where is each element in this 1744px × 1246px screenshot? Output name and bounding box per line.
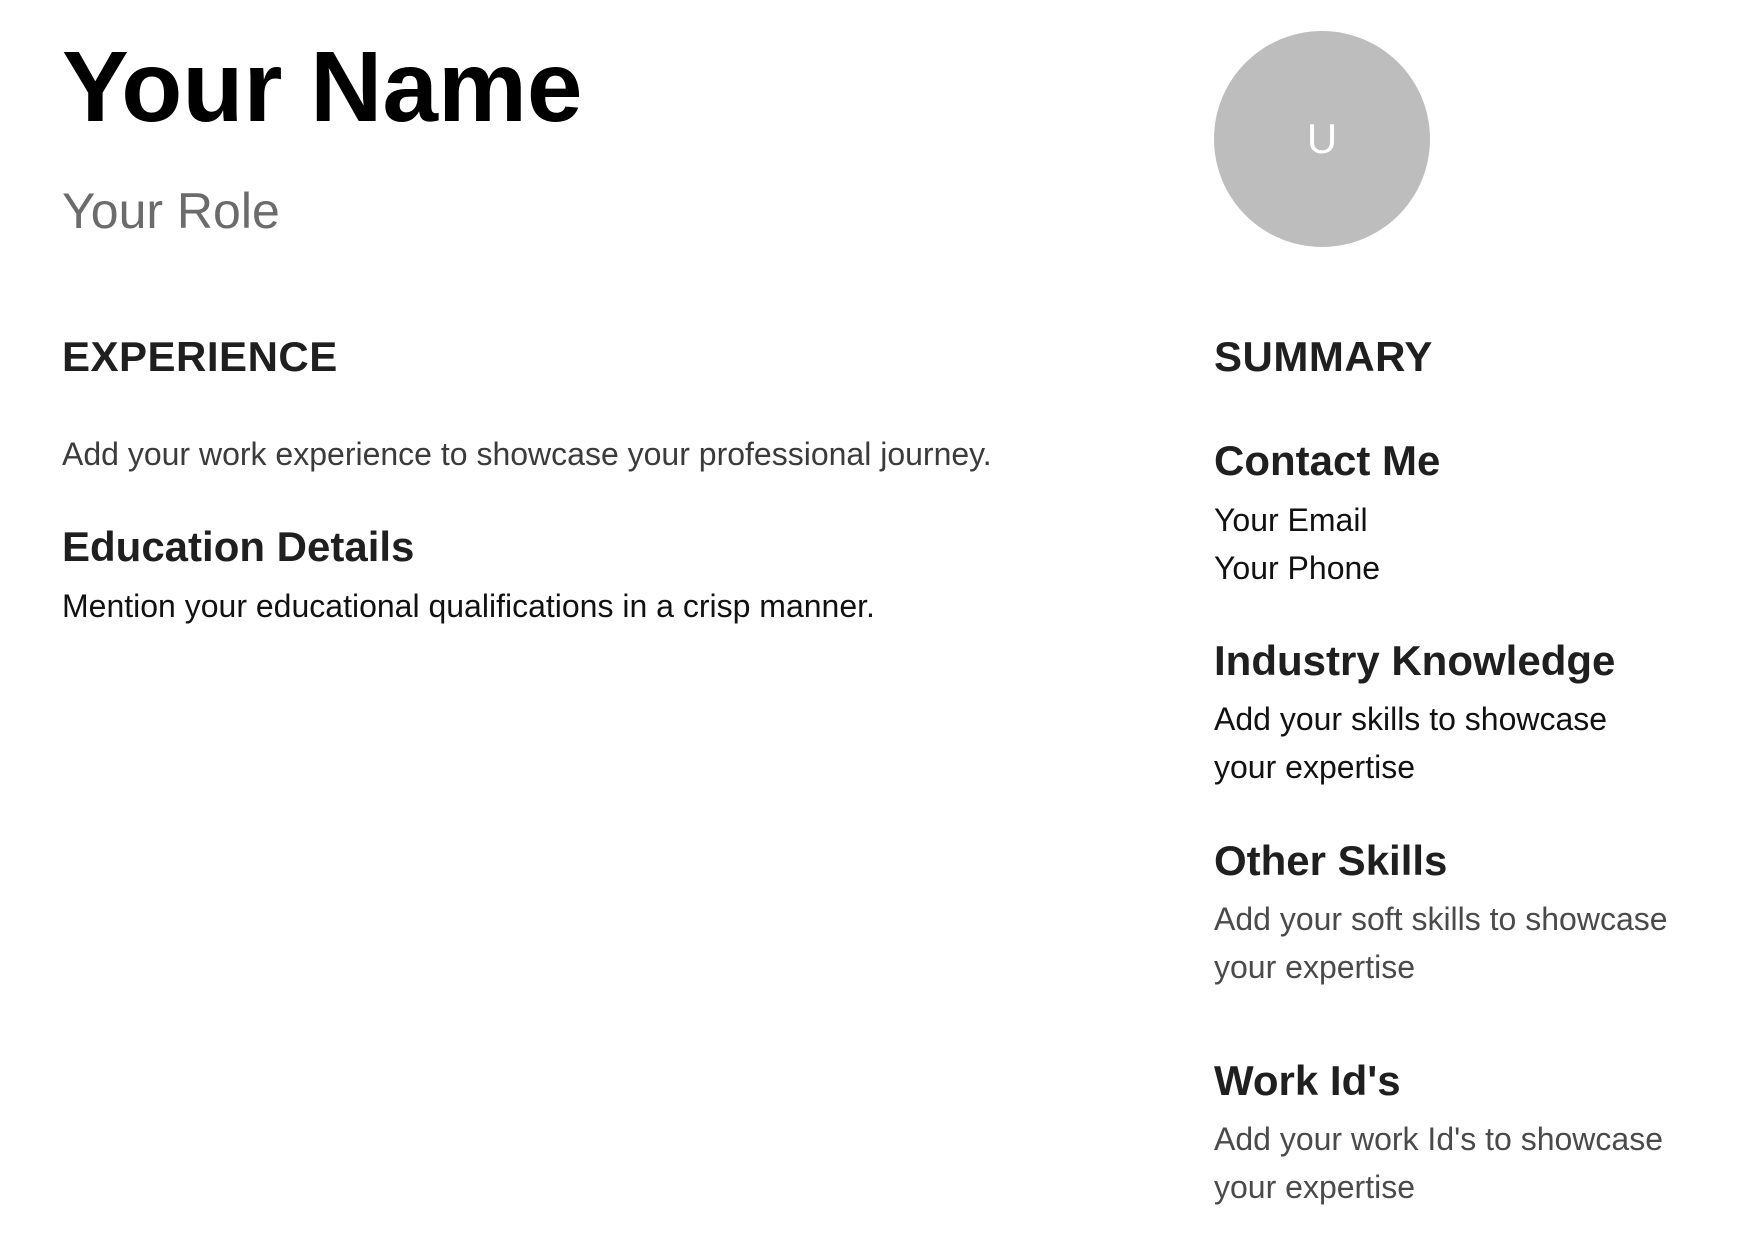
avatar: U [1214, 31, 1430, 247]
avatar-initial: U [1306, 115, 1338, 162]
other-skills-title: Other Skills [1214, 837, 1448, 884]
person-name: Your Name [62, 31, 583, 143]
industry-knowledge-text: Add your skills to showcase your experti… [1214, 701, 1608, 785]
contact-phone: Your Phone [1214, 550, 1381, 586]
industry-knowledge-title: Industry Knowledge [1214, 637, 1616, 684]
contact-email: Your Email [1214, 502, 1368, 538]
person-role: Your Role [62, 183, 280, 239]
work-ids-text: Add your work Id's to showcase your expe… [1214, 1121, 1663, 1205]
other-skills-text: Add your soft skills to showcase your ex… [1214, 901, 1668, 985]
contact-details: Your Email Your Phone [1214, 496, 1674, 592]
resume-page: Your Name Your Role EXPERIENCE Add your … [0, 0, 1744, 1246]
summary-heading: SUMMARY [1214, 333, 1433, 380]
work-ids-title: Work Id's [1214, 1057, 1401, 1104]
education-placeholder-text: Mention your educational qualifications … [62, 588, 875, 624]
experience-placeholder-text: Add your work experience to showcase you… [62, 436, 992, 472]
education-title: Education Details [62, 523, 415, 570]
contact-title: Contact Me [1214, 437, 1441, 484]
experience-heading: EXPERIENCE [62, 333, 338, 380]
